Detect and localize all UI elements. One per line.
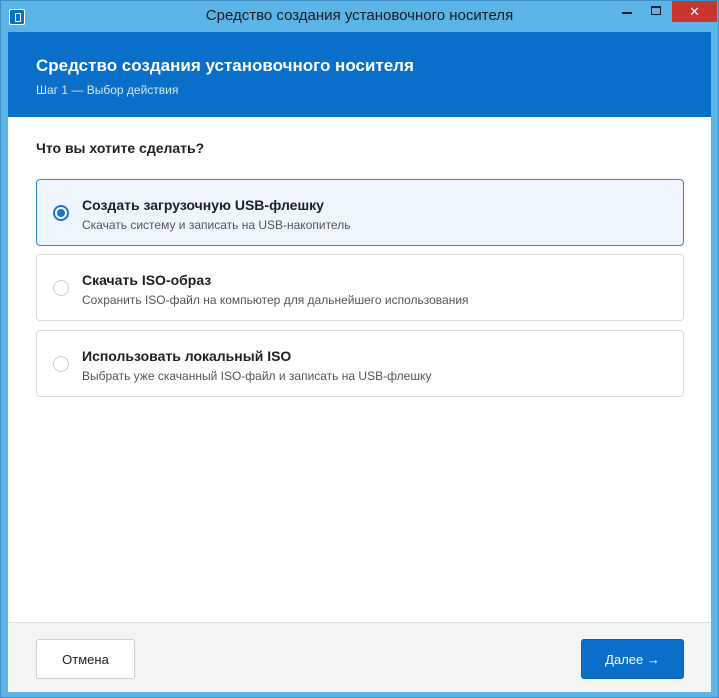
option-create-usb[interactable]: Создать загрузочную USB-флешку Скачать с… xyxy=(36,179,684,246)
window-title: Средство создания установочного носителя xyxy=(205,7,514,24)
maximize-icon xyxy=(651,6,661,15)
radio-selected-icon[interactable] xyxy=(53,205,69,221)
title-bar[interactable]: Средство создания установочного носителя… xyxy=(1,1,718,32)
app-window: Средство создания установочного носителя… xyxy=(0,0,719,698)
minimize-icon xyxy=(622,12,632,14)
wizard-footer: Отмена Далее → xyxy=(8,622,711,692)
option-download-iso[interactable]: Скачать ISO-образ Сохранить ISO-файл на … xyxy=(36,254,684,321)
header-title: Средство создания установочного носителя xyxy=(36,56,414,75)
option-title: Создать загрузочную USB-флешку xyxy=(82,197,324,213)
radio-unselected-icon[interactable] xyxy=(53,280,69,296)
wizard-header: Средство создания установочного носителя… xyxy=(8,32,711,117)
option-description: Скачать систему и записать на USB-накопи… xyxy=(82,218,351,232)
minimize-button[interactable] xyxy=(614,1,641,22)
option-title: Использовать локальный ISO xyxy=(82,348,292,364)
radio-unselected-icon[interactable] xyxy=(53,356,69,372)
option-description: Сохранить ISO-файл на компьютер для даль… xyxy=(82,293,469,307)
next-button[interactable]: Далее → xyxy=(581,639,684,679)
step-indicator: Шаг 1 — Выбор действия xyxy=(36,83,179,97)
close-icon: ✕ xyxy=(689,4,700,19)
question-heading: Что вы хотите сделать? xyxy=(36,140,205,156)
option-description: Выбрать уже скачанный ISO-файл и записат… xyxy=(82,369,432,383)
option-title: Скачать ISO-образ xyxy=(82,272,212,288)
option-local-iso[interactable]: Использовать локальный ISO Выбрать уже с… xyxy=(36,330,684,397)
close-button[interactable]: ✕ xyxy=(672,1,717,22)
wizard-content: Средство создания установочного носителя… xyxy=(8,32,711,692)
cancel-button[interactable]: Отмена xyxy=(36,639,135,679)
maximize-button[interactable] xyxy=(643,1,670,22)
